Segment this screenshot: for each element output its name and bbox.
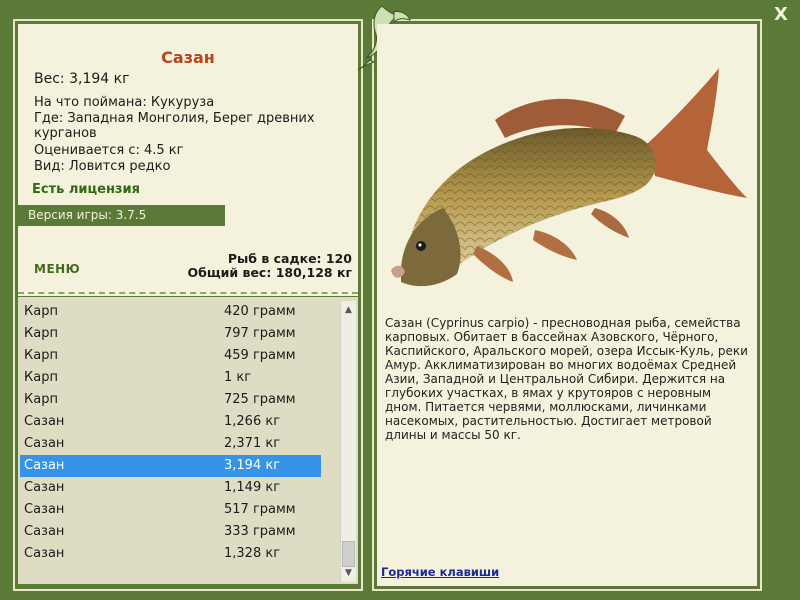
fish-weight: Вес: 3,194 кг [34,71,130,87]
license-status: Есть лицензия [32,182,140,197]
list-item[interactable]: Карп 1 кг [18,367,340,389]
list-item-name: Сазан [24,546,65,561]
arrow-up-icon[interactable]: ▲ [341,303,356,317]
list-item-name: Сазан [24,458,65,473]
list-item-weight: 459 грамм [224,348,296,363]
list-item-name: Карп [24,304,58,319]
version-label: Версия игры: 3.7.5 [18,205,225,226]
list-item[interactable]: Сазан 3,194 кг [20,455,321,477]
list-item[interactable]: Сазан 517 грамм [18,499,340,521]
list-item-weight: 1,328 кг [224,546,281,561]
list-item-weight: 333 грамм [224,524,296,539]
list-item[interactable]: Сазан 1,328 кг [18,543,340,565]
list-item-weight: 725 грамм [224,392,296,407]
list-item-name: Сазан [24,480,65,495]
list-item-weight: 797 грамм [224,326,296,341]
list-item[interactable]: Карп 459 грамм [18,345,340,367]
caught-with: На что поймана: Кукуруза [34,95,215,110]
close-icon[interactable]: X [772,6,790,24]
list-item-weight: 420 грамм [224,304,296,319]
list-item-weight: 3,194 кг [224,458,281,473]
menu-button[interactable]: МЕНЮ [34,262,80,276]
list-item[interactable]: Сазан 333 грамм [18,521,340,543]
arrow-down-icon[interactable]: ▼ [341,566,356,580]
list-item[interactable]: Сазан 1,266 кг [18,411,340,433]
fish-description: Сазан (Cyprinus carpio) - пресноводная р… [385,316,748,442]
list-item-weight: 1,149 кг [224,480,281,495]
list-item-weight: 2,371 кг [224,436,281,451]
list-item[interactable]: Сазан 1,149 кг [18,477,340,499]
list-item-name: Сазан [24,502,65,517]
list-item-name: Сазан [24,436,65,451]
list-item-name: Сазан [24,524,65,539]
cage-count: Рыб в садке: 120 [227,251,352,266]
scrollbar[interactable]: ▲ ▼ [340,301,356,582]
list-item-name: Карп [24,392,58,407]
hotkeys-link[interactable]: Горячие клавиши [381,565,499,579]
divider [18,292,358,294]
list-item[interactable]: Карп 420 грамм [18,301,340,323]
fish-description-panel: Сазан (Cyprinus carpio) - пресноводная р… [377,24,757,586]
fish-list-panel: Карп 420 грамм Карп 797 грамм Карп 459 грамм К… [18,297,358,584]
list-item-name: Карп [24,370,58,385]
carp-image [391,68,747,287]
valued-from: Оценивается с: 4.5 кг [34,143,184,158]
fish-list: Карп 420 грамм Карп 797 грамм Карп 459 грамм К… [18,301,340,565]
list-item[interactable]: Карп 797 грамм [18,323,340,345]
list-item-weight: 1,266 кг [224,414,281,429]
list-item-weight: 1 кг [224,370,252,385]
fish-title: Сазан [161,48,215,67]
total-weight: Общий вес: 180,128 кг [187,265,353,280]
list-item-weight: 517 грамм [224,502,296,517]
list-item-name: Сазан [24,414,65,429]
scrollbar-thumb[interactable] [342,541,355,567]
location: Где: Западная Монголия, Берег древних ку… [34,111,315,141]
list-item[interactable]: Карп 725 грамм [18,389,340,411]
fish-kind: Вид: Ловится редко [34,159,171,174]
list-item-name: Карп [24,326,58,341]
fish-info-panel: Сазан Вес: 3,194 кг На что поймана: Куку… [18,24,358,296]
list-item-name: Карп [24,348,58,363]
list-item[interactable]: Сазан 2,371 кг [18,433,340,455]
